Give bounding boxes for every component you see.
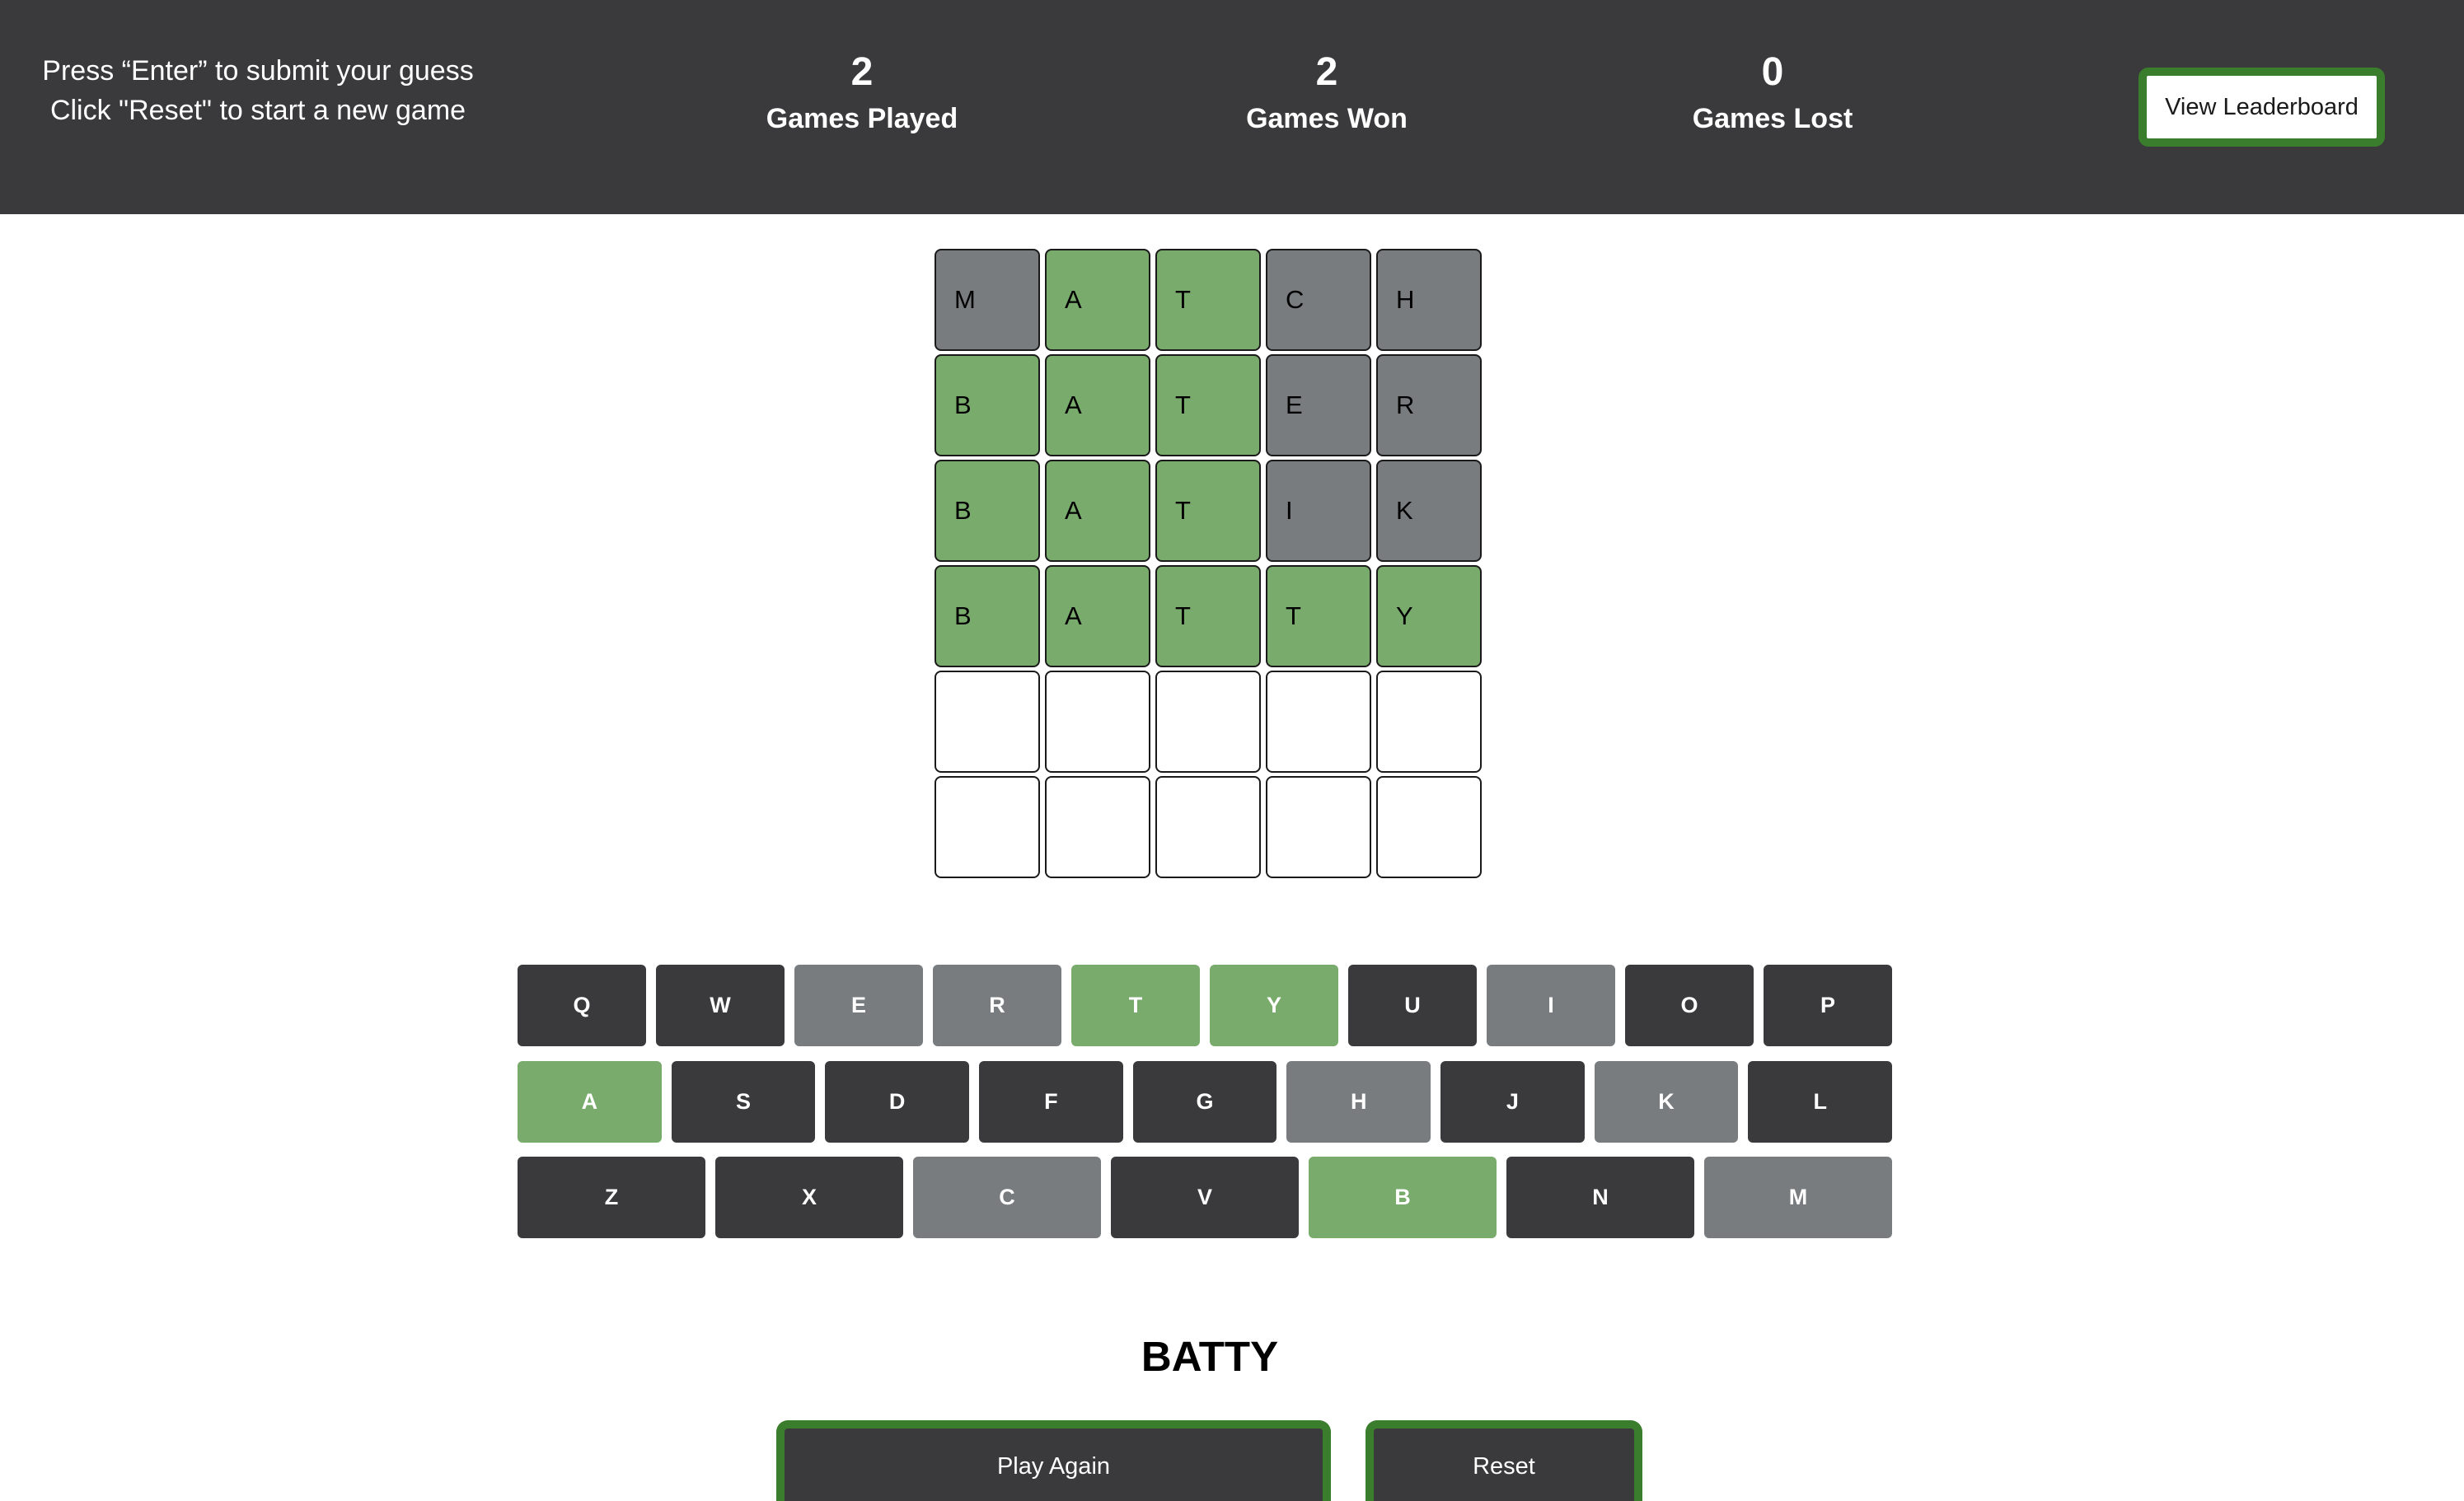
key-p[interactable]: P bbox=[1764, 965, 1892, 1046]
key-o[interactable]: O bbox=[1625, 965, 1754, 1046]
board-tile: A bbox=[1045, 565, 1150, 667]
board-tile: C bbox=[1266, 249, 1371, 351]
board-tile: K bbox=[1376, 460, 1482, 562]
stat-games-played: 2 Games Played bbox=[722, 48, 1002, 140]
key-h[interactable]: H bbox=[1286, 1061, 1431, 1143]
board-tile: T bbox=[1155, 249, 1261, 351]
board-tile: T bbox=[1155, 354, 1261, 456]
instruction-reset: Click "Reset" to start a new game bbox=[49, 95, 466, 126]
games-played-value: 2 bbox=[850, 50, 874, 94]
key-d[interactable]: D bbox=[825, 1061, 970, 1143]
board-tile bbox=[1376, 671, 1482, 773]
board-tile: A bbox=[1045, 249, 1150, 351]
stat-games-won: 2 Games Won bbox=[1187, 48, 1467, 140]
key-r[interactable]: R bbox=[933, 965, 1061, 1046]
board-tile: R bbox=[1376, 354, 1482, 456]
games-played-label: Games Played bbox=[766, 103, 958, 134]
game-board: MATCHBATERBATIKBATTY bbox=[935, 249, 1483, 878]
board-tile: E bbox=[1266, 354, 1371, 456]
board-tile: M bbox=[935, 249, 1040, 351]
key-s[interactable]: S bbox=[671, 1061, 816, 1143]
reset-button[interactable]: Reset bbox=[1366, 1420, 1642, 1501]
board-tile bbox=[1045, 776, 1150, 878]
board-tile bbox=[935, 776, 1040, 878]
board-tile: T bbox=[1155, 460, 1261, 562]
key-c[interactable]: C bbox=[913, 1157, 1101, 1238]
keyboard-row-3: ZXCVBNM bbox=[518, 1157, 1892, 1238]
board-tile bbox=[1045, 671, 1150, 773]
key-w[interactable]: W bbox=[656, 965, 785, 1046]
board-tile bbox=[1155, 776, 1261, 878]
key-v[interactable]: V bbox=[1111, 1157, 1299, 1238]
key-k[interactable]: K bbox=[1594, 1061, 1739, 1143]
key-a[interactable]: A bbox=[518, 1061, 662, 1143]
board-tile: T bbox=[1155, 565, 1261, 667]
board-tile: A bbox=[1045, 354, 1150, 456]
board-tile: Y bbox=[1376, 565, 1482, 667]
key-f[interactable]: F bbox=[979, 1061, 1123, 1143]
board-tile bbox=[1266, 776, 1371, 878]
keyboard-row-2: ASDFGHJKL bbox=[518, 1061, 1893, 1143]
answer-word: BATTY bbox=[1141, 1333, 1279, 1380]
key-q[interactable]: Q bbox=[518, 965, 646, 1046]
key-l[interactable]: L bbox=[1748, 1061, 1893, 1143]
key-i[interactable]: I bbox=[1487, 965, 1615, 1046]
key-g[interactable]: G bbox=[1132, 1061, 1277, 1143]
key-e[interactable]: E bbox=[794, 965, 923, 1046]
key-n[interactable]: N bbox=[1506, 1157, 1694, 1238]
key-x[interactable]: X bbox=[715, 1157, 903, 1238]
view-leaderboard-button[interactable]: View Leaderboard bbox=[2138, 68, 2385, 147]
board-tile bbox=[935, 671, 1040, 773]
board-tile: B bbox=[935, 565, 1040, 667]
key-y[interactable]: Y bbox=[1210, 965, 1338, 1046]
key-u[interactable]: U bbox=[1348, 965, 1477, 1046]
key-t[interactable]: T bbox=[1071, 965, 1200, 1046]
board-tile: H bbox=[1376, 249, 1482, 351]
board-tile: B bbox=[935, 354, 1040, 456]
board-tile bbox=[1155, 671, 1261, 773]
board-tile: I bbox=[1266, 460, 1371, 562]
keyboard-row-1: QWERTYUIOP bbox=[518, 965, 1892, 1046]
board-tile: T bbox=[1266, 565, 1371, 667]
play-again-button[interactable]: Play Again bbox=[776, 1420, 1331, 1501]
board-tile bbox=[1376, 776, 1482, 878]
board-tile bbox=[1266, 671, 1371, 773]
key-j[interactable]: J bbox=[1440, 1061, 1585, 1143]
key-m[interactable]: M bbox=[1704, 1157, 1892, 1238]
games-lost-value: 0 bbox=[1761, 50, 1784, 94]
key-b[interactable]: B bbox=[1309, 1157, 1497, 1238]
instruction-enter: Press “Enter” to submit your guess bbox=[42, 55, 474, 87]
board-tile: A bbox=[1045, 460, 1150, 562]
games-lost-label: Games Lost bbox=[1692, 103, 1853, 134]
board-tile: B bbox=[935, 460, 1040, 562]
instructions: Press “Enter” to submit your guess Click… bbox=[0, 51, 516, 130]
stat-games-lost: 0 Games Lost bbox=[1633, 48, 1913, 140]
key-z[interactable]: Z bbox=[518, 1157, 705, 1238]
header-bar: Press “Enter” to submit your guess Click… bbox=[0, 0, 2464, 214]
games-won-label: Games Won bbox=[1246, 103, 1408, 134]
games-won-value: 2 bbox=[1315, 50, 1338, 94]
